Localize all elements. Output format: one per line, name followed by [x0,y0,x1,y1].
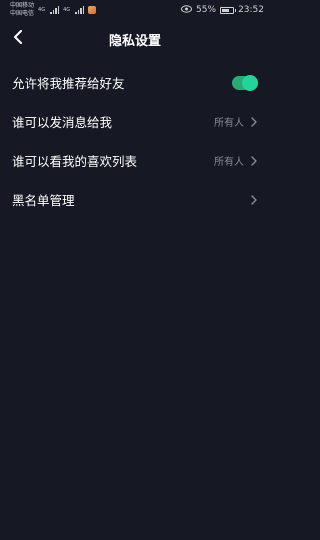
clock: 23:52 [238,5,264,15]
carrier-group: 中国移动 中国电信 4G 4G [10,2,97,18]
nav-header: 隐私设置 [0,20,270,58]
toggle-knob [242,74,258,91]
status-right: 55% 23:52 [181,4,264,16]
network-tag-1: 4G [38,7,46,13]
carrier-2-label: 中国电信 [10,10,35,17]
battery-percent: 55% [196,5,217,15]
settings-list: 允许将我推荐给好友 谁可以发消息给我 所有人 谁可以看我的喜欢列表 所有人 黑名… [0,63,270,219]
who-can-see-likes-label: 谁可以看我的喜欢列表 [12,154,138,169]
who-can-message-me-label: 谁可以发消息给我 [12,115,113,130]
recommend-to-friends-label: 允许将我推荐给好友 [12,76,125,91]
recommend-to-friends-row: 允许将我推荐给好友 [0,63,270,102]
blacklist-management-row[interactable]: 黑名单管理 [0,180,270,219]
chevron-right-icon [250,194,258,206]
signal-icon [50,6,60,14]
who-can-message-me-value: 所有人 [214,118,244,129]
page-title: 隐私设置 [108,34,161,49]
eye-icon [181,4,193,16]
who-can-message-me-row[interactable]: 谁可以发消息给我 所有人 [0,102,270,141]
carrier-1-label: 中国移动 [10,2,35,9]
chevron-right-icon [250,116,258,128]
signal-icon-2 [75,6,85,14]
network-tag-2: 4G [63,7,71,13]
recommend-to-friends-toggle[interactable] [232,74,258,91]
who-can-see-likes-value: 所有人 [214,157,244,168]
chevron-right-icon [250,155,258,167]
who-can-see-likes-row[interactable]: 谁可以看我的喜欢列表 所有人 [0,141,270,180]
carrier-names: 中国移动 中国电信 [10,2,34,18]
app-notification-icon [88,6,97,14]
status-bar: 中国移动 中国电信 4G 4G 55% 23:52 [0,0,270,20]
blacklist-management-label: 黑名单管理 [12,193,75,208]
battery-icon [220,6,237,14]
